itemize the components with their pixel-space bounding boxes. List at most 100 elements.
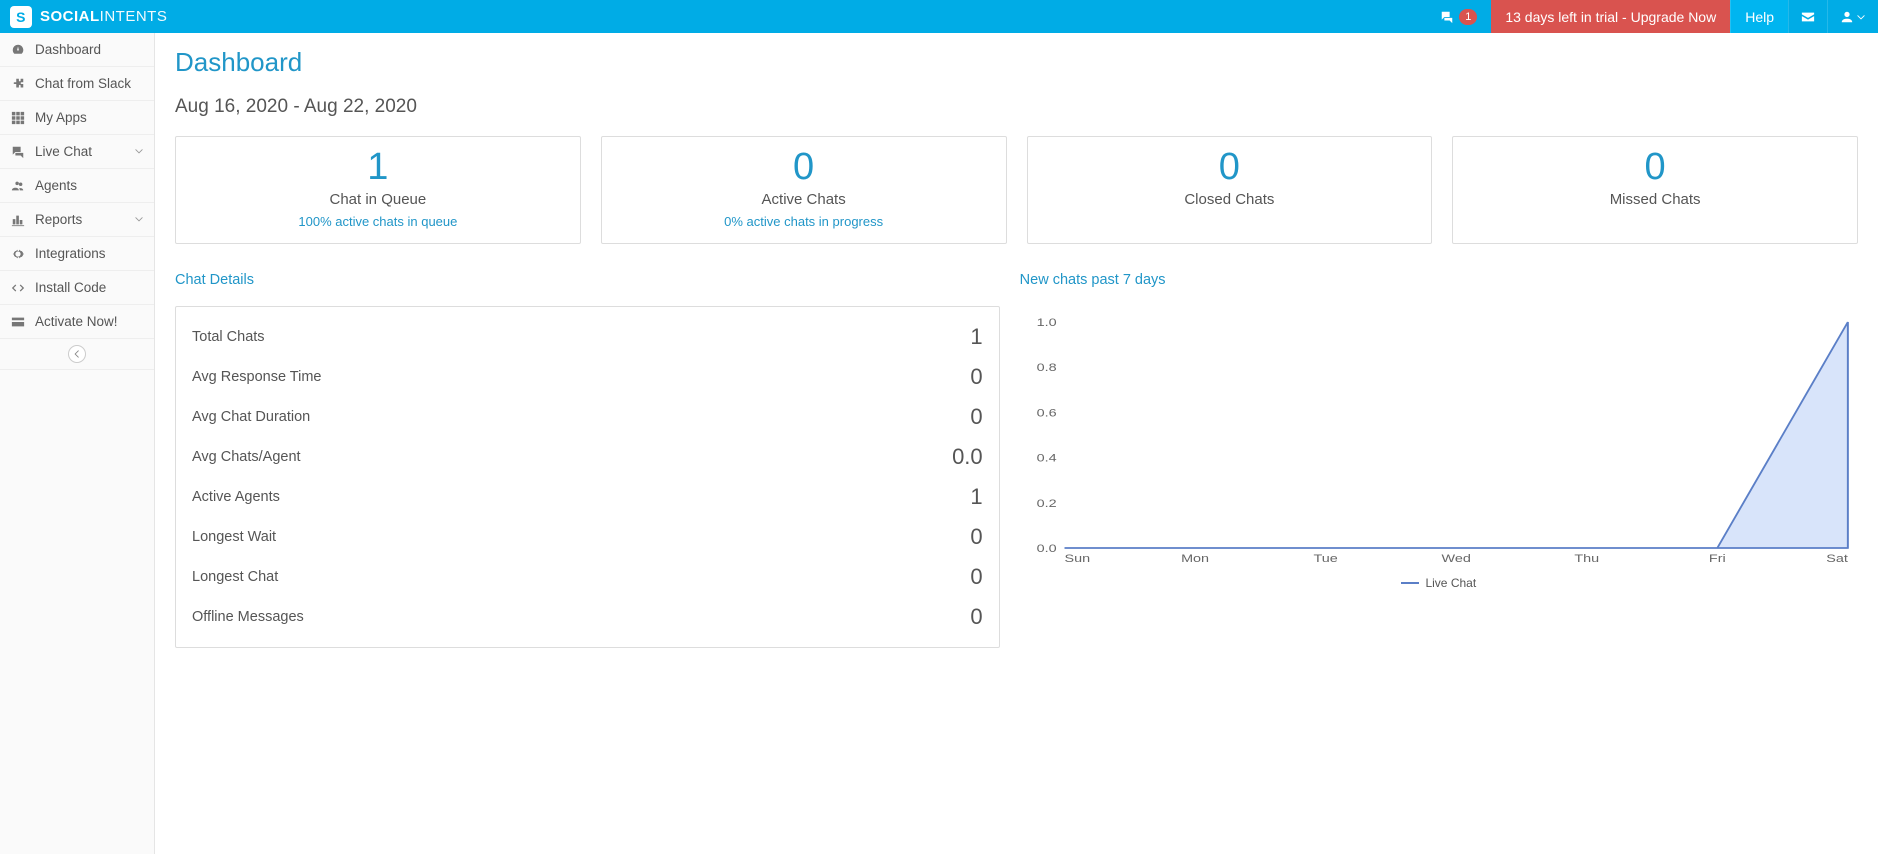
chat-details-box: Total Chats1Avg Response Time0Avg Chat D… (175, 306, 1000, 648)
card-label: Active Chats (612, 191, 996, 208)
code-icon (10, 281, 26, 295)
card-subtext: 0% active chats in progress (612, 214, 996, 229)
sidebar-item-activate-now-[interactable]: Activate Now! (0, 305, 154, 339)
main-content: Dashboard Aug 16, 2020 - Aug 22, 2020 1 C… (155, 33, 1878, 854)
cog-icon (10, 247, 26, 261)
svg-text:0.0: 0.0 (1036, 541, 1056, 554)
sidebar-item-reports[interactable]: Reports (0, 203, 154, 237)
sidebar-item-label: My Apps (35, 110, 87, 125)
detail-label: Total Chats (192, 329, 265, 345)
chevron-down-icon (134, 212, 144, 227)
detail-row-longest-chat: Longest Chat 0 (192, 557, 983, 597)
svg-text:Mon: Mon (1181, 551, 1209, 564)
detail-label: Avg Chat Duration (192, 409, 310, 425)
sidebar-item-my-apps[interactable]: My Apps (0, 101, 154, 135)
help-button[interactable]: Help (1730, 0, 1788, 33)
svg-text:Tue: Tue (1313, 551, 1337, 564)
sidebar-item-integrations[interactable]: Integrations (0, 237, 154, 271)
chat-details-title: Chat Details (175, 272, 1000, 288)
puzzle-icon (10, 77, 26, 91)
sidebar-item-install-code[interactable]: Install Code (0, 271, 154, 305)
brand-light: INTENTS (100, 8, 168, 25)
svg-text:Wed: Wed (1441, 551, 1470, 564)
credit-card-icon (10, 315, 26, 329)
chevron-down-icon (134, 144, 144, 159)
legend-label: Live Chat (1425, 576, 1476, 590)
envelope-icon (1801, 10, 1815, 24)
svg-text:Fri: Fri (1709, 551, 1726, 564)
topbar: S SOCIALINTENTS 1 13 days left in trial … (0, 0, 1878, 33)
sidebar-item-label: Reports (35, 212, 82, 227)
notifications-button[interactable]: 1 (1426, 0, 1491, 33)
sidebar-item-label: Chat from Slack (35, 76, 131, 91)
card-value: 0 (1463, 147, 1847, 189)
sidebar-item-live-chat[interactable]: Live Chat (0, 135, 154, 169)
detail-row-avg-chat-duration: Avg Chat Duration0 (192, 397, 983, 437)
trial-text: 13 days left in trial - Upgrade Now (1505, 9, 1716, 25)
user-icon (1840, 10, 1854, 24)
comments-icon (10, 145, 26, 159)
card-subtext: 100% active chats in queue (186, 214, 570, 229)
summary-card-chat-in-queue[interactable]: 1 Chat in Queue 100% active chats in queue (175, 136, 581, 244)
sidebar-item-label: Dashboard (35, 42, 101, 57)
notification-badge: 1 (1459, 9, 1477, 25)
detail-row-avg-chats-agent: Avg Chats/Agent0.0 (192, 437, 983, 477)
svg-text:0.8: 0.8 (1036, 361, 1056, 374)
bar-chart-icon (10, 213, 26, 227)
chart-legend: Live Chat (1020, 576, 1858, 590)
detail-row-active-agents: Active Agents 1 (192, 477, 983, 517)
detail-row-longest-wait: Longest Wait 0 (192, 517, 983, 557)
detail-label: Longest Chat (192, 569, 278, 585)
detail-label: Offline Messages (192, 609, 304, 625)
new-chats-chart: 0.00.20.40.60.81.0SunMonTueWedThuFriSat … (1020, 306, 1858, 590)
card-value: 1 (186, 147, 570, 189)
users-icon (10, 179, 26, 193)
sidebar-collapse-row (0, 339, 154, 370)
sidebar-item-label: Activate Now! (35, 314, 118, 329)
sidebar-item-label: Integrations (35, 246, 106, 261)
summary-card-closed-chats[interactable]: 0 Closed Chats (1027, 136, 1433, 244)
summary-cards: 1 Chat in Queue 100% active chats in queue… (175, 136, 1858, 244)
svg-text:Sat: Sat (1826, 551, 1848, 564)
sidebar-item-chat-from-slack[interactable]: Chat from Slack (0, 67, 154, 101)
detail-value: 0 (970, 564, 982, 590)
brand-strong: SOCIAL (40, 8, 100, 25)
svg-text:Sun: Sun (1064, 551, 1090, 564)
svg-text:0.4: 0.4 (1036, 451, 1056, 464)
trial-upgrade-button[interactable]: 13 days left in trial - Upgrade Now (1491, 0, 1730, 33)
account-button[interactable] (1827, 0, 1878, 33)
card-value: 0 (612, 147, 996, 189)
sidebar-item-agents[interactable]: Agents (0, 169, 154, 203)
sidebar-item-label: Install Code (35, 280, 106, 295)
tachometer-icon (10, 43, 26, 57)
brand-logo-icon: S (10, 6, 32, 28)
sidebar-collapse-button[interactable] (68, 345, 86, 363)
card-label: Missed Chats (1463, 191, 1847, 208)
page-title: Dashboard (175, 47, 1858, 78)
detail-label: Avg Response Time (192, 369, 322, 385)
chevron-left-icon (72, 349, 82, 359)
svg-text:0.2: 0.2 (1036, 496, 1056, 509)
legend-line-icon (1401, 582, 1419, 584)
detail-value: 1 (970, 484, 982, 510)
sidebar-item-dashboard[interactable]: Dashboard (0, 33, 154, 67)
detail-label: Avg Chats/Agent (192, 449, 301, 465)
date-range: Aug 16, 2020 - Aug 22, 2020 (175, 96, 1858, 118)
detail-value: 0 (970, 524, 982, 550)
summary-card-active-chats[interactable]: 0 Active Chats 0% active chats in progress (601, 136, 1007, 244)
sidebar-item-label: Agents (35, 178, 77, 193)
detail-label: Active Agents (192, 489, 280, 505)
chevron-down-icon (1856, 10, 1866, 24)
svg-text:0.6: 0.6 (1036, 406, 1056, 419)
card-label: Closed Chats (1038, 191, 1422, 208)
detail-row-total-chats: Total Chats1 (192, 317, 983, 357)
messages-button[interactable] (1788, 0, 1827, 33)
detail-label: Longest Wait (192, 529, 276, 545)
summary-card-missed-chats[interactable]: 0 Missed Chats (1452, 136, 1858, 244)
card-value: 0 (1038, 147, 1422, 189)
card-label: Chat in Queue (186, 191, 570, 208)
detail-row-offline-messages: Offline Messages0 (192, 597, 983, 637)
th-icon (10, 111, 26, 125)
detail-row-avg-response-time: Avg Response Time0 (192, 357, 983, 397)
brand[interactable]: S SOCIALINTENTS (0, 6, 177, 28)
